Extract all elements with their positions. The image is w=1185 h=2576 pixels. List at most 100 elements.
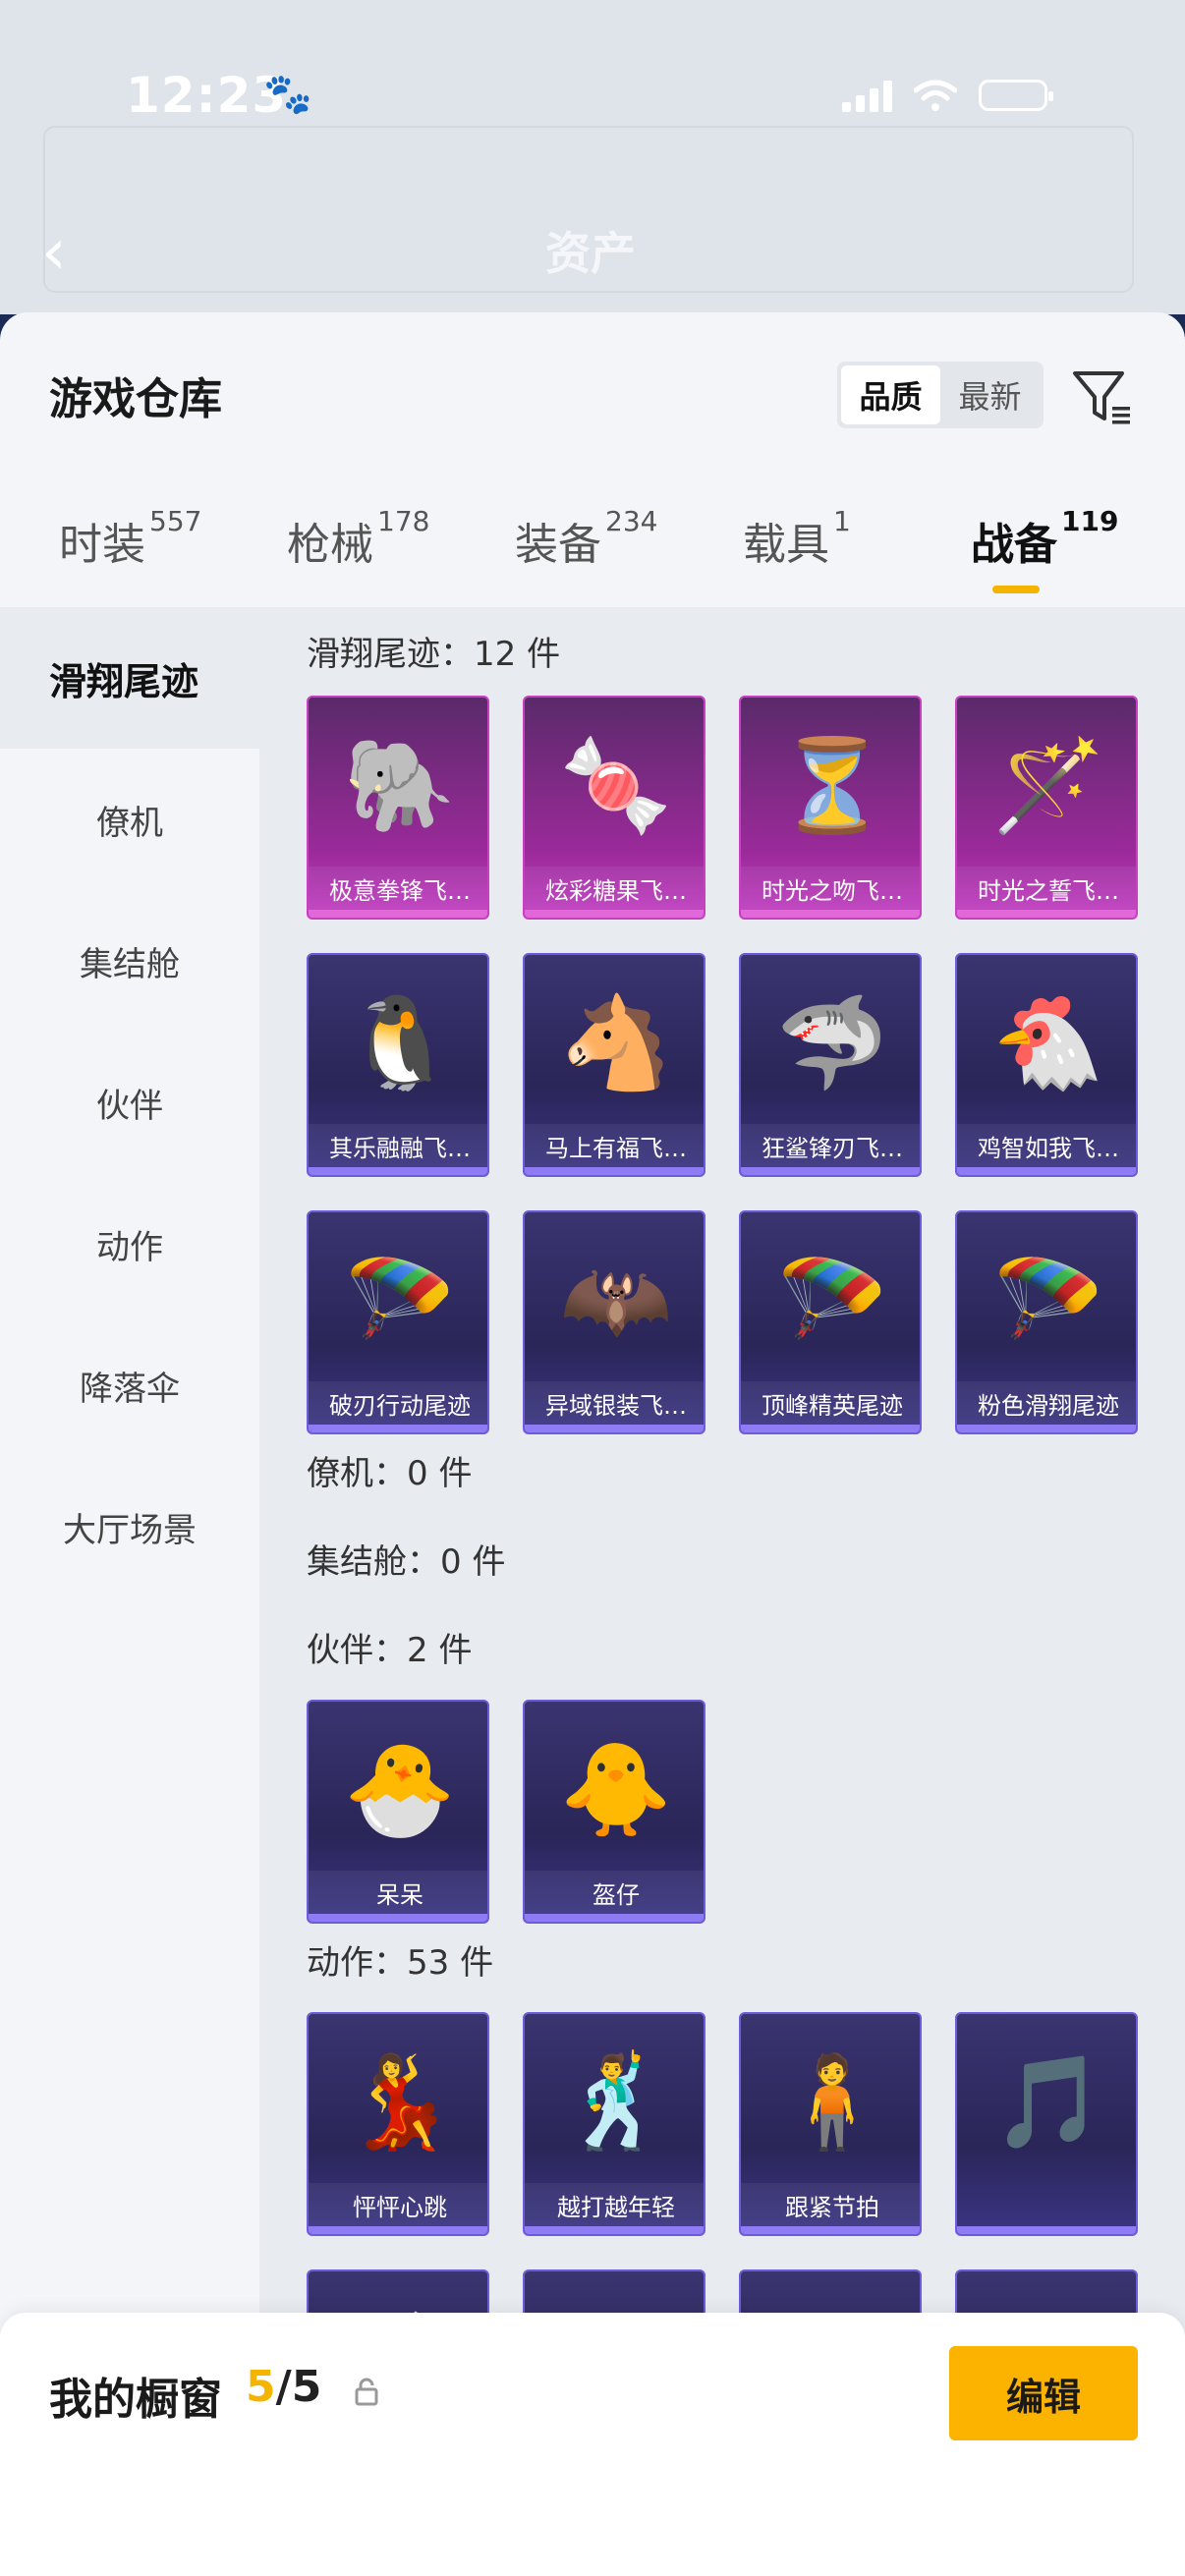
dance-emote-icon: 🧍	[775, 2049, 889, 2155]
item-card[interactable]: 🪂 破刃行动尾迹	[307, 1210, 489, 1434]
skydiver-trail-icon: 🪂	[775, 1248, 889, 1353]
showcase-current: 5	[246, 2362, 276, 2412]
shark-glider-icon: 🦈	[775, 990, 889, 1095]
item-label: 跟紧节拍	[741, 2183, 920, 2226]
skydiver-trail-icon: 🪂	[343, 1248, 457, 1353]
page-title: 游戏仓库	[49, 374, 222, 424]
penguin-glider-icon: 🐧	[343, 990, 457, 1095]
item-card[interactable]: 🐣 呆呆	[307, 1700, 489, 1924]
item-label: 越打越年轻	[525, 2183, 704, 2226]
tab-equipment[interactable]: 装备 234	[515, 505, 657, 572]
battery-icon	[979, 80, 1053, 111]
item-card[interactable]: 🪄 时光之誓飞…	[955, 696, 1138, 920]
nav-title: 资产	[545, 227, 636, 280]
item-label: 狂鲨锋刃飞…	[741, 1124, 920, 1167]
sidebar-item-partner[interactable]: 伙伴	[0, 1032, 259, 1173]
skydiver-trail-icon: 🪂	[991, 1248, 1105, 1353]
item-card[interactable]: 🎵	[955, 2012, 1138, 2236]
item-card[interactable]: 🧍 跟紧节拍	[739, 2012, 922, 2236]
tab-firearms[interactable]: 枪械 178	[287, 505, 429, 572]
sort-quality-button[interactable]: 品质	[841, 365, 940, 424]
horse-glider-icon: 🐴	[559, 990, 673, 1095]
item-card[interactable]: 🐘 极意拳锋飞…	[307, 696, 489, 920]
item-card[interactable]: 🕺 越打越年轻	[523, 2012, 705, 2236]
tab-label: 战备	[971, 520, 1057, 570]
sidebar-item-wingman[interactable]: 僚机	[0, 749, 259, 890]
sidebar-item-pod[interactable]: 集结舱	[0, 890, 259, 1032]
status-icons	[842, 79, 1053, 112]
rarity-bar	[525, 910, 704, 918]
tab-label: 时装	[59, 520, 145, 570]
rarity-bar	[309, 1167, 487, 1175]
item-grid-area: 滑翔尾迹：12 件 🐘 极意拳锋飞… 🍬 炫彩糖果飞… ⏳ 时光之吻飞… 🪄 时…	[259, 607, 1185, 2576]
item-label: 破刃行动尾迹	[309, 1381, 487, 1425]
tab-count: 178	[377, 505, 430, 537]
tab-count: 234	[605, 505, 658, 537]
dance-emote-icon: 💃	[343, 2049, 457, 2155]
rarity-bar	[957, 1425, 1136, 1432]
status-bar: 12:23 🐾	[0, 67, 1185, 136]
edit-button[interactable]: 编辑	[949, 2346, 1138, 2440]
item-card[interactable]: 🦈 狂鲨锋刃飞…	[739, 953, 922, 1177]
item-label: 炫彩糖果飞…	[525, 867, 704, 910]
rarity-bar	[741, 1425, 920, 1432]
scepter-glider-icon: 🪄	[991, 733, 1105, 838]
item-card[interactable]: 💃 怦怦心跳	[307, 2012, 489, 2236]
showcase-label: 我的橱窗	[49, 2375, 222, 2425]
showcase-total: /5	[275, 2362, 322, 2412]
rarity-bar	[957, 2226, 1136, 2234]
rarity-bar	[309, 1425, 487, 1432]
tab-label: 载具	[743, 520, 829, 570]
item-card[interactable]: 🦇 异域银装飞…	[523, 1210, 705, 1434]
item-card[interactable]: 🐔 鸡智如我飞…	[955, 953, 1138, 1177]
rarity-bar	[309, 910, 487, 918]
item-label: 马上有福飞…	[525, 1124, 704, 1167]
item-card[interactable]: 🪂 粉色滑翔尾迹	[955, 1210, 1138, 1434]
sort-latest-button[interactable]: 最新	[940, 365, 1040, 424]
back-arrow-icon[interactable]: ‹	[41, 216, 67, 289]
candy-glider-icon: 🍬	[559, 733, 673, 838]
tab-fashion[interactable]: 时装 557	[59, 505, 201, 572]
item-label: 粉色滑翔尾迹	[957, 1381, 1136, 1425]
rarity-bar	[309, 2226, 487, 2234]
tab-vehicles[interactable]: 载具 1	[743, 505, 851, 572]
rarity-bar	[741, 1167, 920, 1175]
dance-emote-icon: 🕺	[559, 2049, 673, 2155]
item-label: 时光之吻飞…	[741, 867, 920, 910]
sidebar-item-lobby-scene[interactable]: 大厅场景	[0, 1456, 259, 1597]
item-card[interactable]: 🐥 盔仔	[523, 1700, 705, 1924]
tab-combat-gear[interactable]: 战备 119	[971, 505, 1118, 572]
sort-toggle: 品质 最新	[837, 362, 1044, 428]
item-card[interactable]: 🐴 马上有福飞…	[523, 953, 705, 1177]
sidebar-item-emote[interactable]: 动作	[0, 1173, 259, 1315]
item-card[interactable]: 🍬 炫彩糖果飞…	[523, 696, 705, 920]
wing-glider-icon: 🦇	[559, 1248, 673, 1353]
section-title-emote: 动作：53 件	[307, 1943, 494, 1983]
item-card[interactable]: 🐧 其乐融融飞…	[307, 953, 489, 1177]
section-title-pod: 集结舱：0 件	[307, 1542, 506, 1582]
rarity-bar	[525, 1914, 704, 1922]
tab-count: 119	[1061, 505, 1119, 537]
wifi-icon	[914, 80, 957, 111]
item-card[interactable]: ⏳ 时光之吻飞…	[739, 696, 922, 920]
category-tabs: 时装 557 枪械 178 装备 234 载具 1 战备 119	[0, 505, 1185, 607]
body-area: 滑翔尾迹 僚机 集结舱 伙伴 动作 降落伞 大厅场景 滑翔尾迹：12 件 🐘 极…	[0, 607, 1185, 2576]
background-header: 12:23 🐾 ‹ 资产	[0, 0, 1185, 314]
chick-partner-icon: 🐣	[343, 1737, 457, 1842]
tab-label: 枪械	[287, 520, 373, 570]
tab-count: 1	[833, 505, 851, 537]
filter-icon[interactable]	[1069, 364, 1134, 428]
item-label: 其乐融融飞…	[309, 1124, 487, 1167]
item-label: 异域银装飞…	[525, 1381, 704, 1425]
elephant-glider-icon: 🐘	[343, 733, 457, 838]
item-card[interactable]: 🪂 顶峰精英尾迹	[739, 1210, 922, 1434]
rarity-bar	[525, 1425, 704, 1432]
item-label: 顶峰精英尾迹	[741, 1381, 920, 1425]
sidebar-item-parachute[interactable]: 降落伞	[0, 1315, 259, 1456]
sheet-header: 游戏仓库 品质 最新 时装 557 枪械 178 装备 234 载具 1 战备 119	[0, 312, 1185, 607]
tab-count: 557	[149, 505, 202, 537]
sidebar-item-glide-trail[interactable]: 滑翔尾迹	[0, 607, 259, 749]
section-title-wingman: 僚机：0 件	[307, 1454, 473, 1493]
item-label: 鸡智如我飞…	[957, 1124, 1136, 1167]
rarity-bar	[957, 910, 1136, 918]
